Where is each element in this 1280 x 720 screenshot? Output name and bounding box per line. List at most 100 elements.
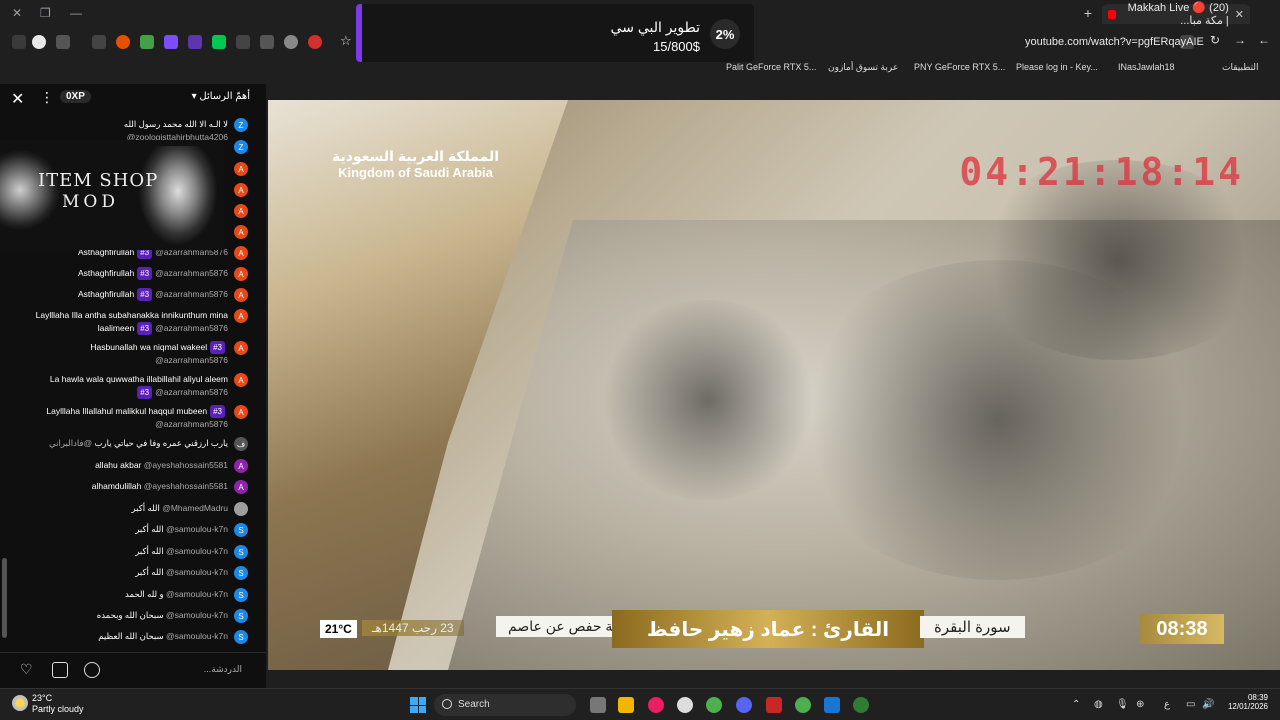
extension-icon[interactable] bbox=[164, 35, 178, 49]
extension-icon[interactable] bbox=[284, 35, 298, 49]
avatar[interactable]: A bbox=[234, 459, 248, 473]
back-icon[interactable]: ← bbox=[1258, 33, 1272, 47]
chat-message: الله أكبر @MhamedMadru bbox=[131, 502, 248, 516]
avatar[interactable]: A bbox=[234, 309, 248, 323]
avatar[interactable]: S bbox=[234, 609, 248, 623]
message-author[interactable]: @MhamedMadru bbox=[162, 503, 228, 513]
start-icon[interactable] bbox=[410, 697, 426, 713]
message-author[interactable]: @samoulou-k7n bbox=[166, 610, 228, 620]
extension-icon[interactable] bbox=[308, 35, 322, 49]
avatar[interactable]: A bbox=[234, 405, 248, 419]
bookmark-item[interactable]: Please log in - Key... bbox=[1016, 62, 1098, 72]
avatar[interactable]: S bbox=[234, 523, 248, 537]
chat-input[interactable]: الدردشة... bbox=[204, 664, 242, 675]
tray-icon[interactable]: ◍ bbox=[1094, 699, 1103, 710]
forward-icon[interactable]: → bbox=[1234, 33, 1248, 47]
volume-icon[interactable] bbox=[260, 35, 274, 49]
taskbar-search[interactable]: Search bbox=[434, 694, 576, 716]
taskbar-clock[interactable]: 08:39 12/01/2026 bbox=[1228, 693, 1268, 711]
avatar[interactable]: A bbox=[234, 204, 248, 218]
language-indicator[interactable]: ع bbox=[1164, 699, 1170, 710]
message-author[interactable]: @azarrahman5876 bbox=[155, 323, 228, 333]
message-author[interactable]: @azarrahman5876 bbox=[155, 268, 228, 278]
extension-icon[interactable] bbox=[92, 35, 106, 49]
task-view-icon[interactable] bbox=[590, 697, 606, 713]
message-author[interactable]: @samoulou-k7n bbox=[166, 524, 228, 534]
message-author[interactable]: @azarrahman5876 bbox=[155, 419, 228, 429]
bookmark-item[interactable]: PNY GeForce RTX 5... bbox=[914, 62, 1005, 72]
extension-icon[interactable] bbox=[116, 35, 130, 49]
close-chat-icon[interactable]: ✕ bbox=[11, 89, 24, 109]
message-author[interactable]: @azarrahman5876 bbox=[155, 289, 228, 299]
bookmark-item[interactable]: عربة تسوق أمازون bbox=[828, 62, 898, 73]
message-author[interactable]: @azarrahman5876 bbox=[155, 355, 228, 365]
emoji-icon[interactable] bbox=[84, 662, 100, 678]
avatar[interactable]: S bbox=[234, 566, 248, 580]
volume-icon[interactable]: 🔊 bbox=[1202, 699, 1214, 710]
new-tab-button[interactable]: + bbox=[1084, 5, 1092, 21]
avatar[interactable]: S bbox=[234, 545, 248, 559]
heart-icon[interactable]: ♡ bbox=[20, 661, 36, 677]
message-author[interactable]: @azarrahman5876 bbox=[155, 387, 228, 397]
extension-icon[interactable] bbox=[212, 35, 226, 49]
chat-scrollbar[interactable] bbox=[2, 558, 7, 638]
avatar[interactable]: Z bbox=[234, 118, 248, 132]
message-author[interactable]: @ayeshahossain5581 bbox=[144, 481, 228, 491]
app-icon[interactable] bbox=[824, 697, 840, 713]
app-icon[interactable] bbox=[766, 697, 782, 713]
avatar[interactable]: A bbox=[234, 373, 248, 387]
apps-bookmark[interactable]: التطبيقات bbox=[1222, 62, 1259, 73]
super-chat-icon[interactable] bbox=[52, 662, 68, 678]
address-bar[interactable]: youtube.com/watch?v=pgfERqayAIE bbox=[1025, 36, 1204, 48]
extension-icon[interactable] bbox=[188, 35, 202, 49]
avatar[interactable]: A bbox=[234, 288, 248, 302]
message-author[interactable]: @فادالبراني bbox=[49, 438, 92, 448]
extension-icon[interactable] bbox=[56, 35, 70, 49]
message-author[interactable]: @samoulou-k7n bbox=[166, 546, 228, 556]
network-icon[interactable]: ⊕ bbox=[1136, 699, 1144, 710]
browser-tab[interactable]: ✕ (20) 🔴 Makkah Live | مكة مبا... bbox=[1102, 2, 1250, 27]
avatar[interactable]: A bbox=[234, 162, 248, 176]
discord-icon[interactable] bbox=[736, 697, 752, 713]
chat-sort-dropdown[interactable]: أهمّ الرسائل ▾ bbox=[192, 91, 250, 102]
avatar[interactable]: A bbox=[234, 341, 248, 355]
minimize-icon[interactable]: — bbox=[70, 6, 82, 20]
avatar[interactable]: A bbox=[234, 246, 248, 260]
maximize-icon[interactable]: ❐ bbox=[40, 6, 51, 20]
monitor-icon[interactable]: ▭ bbox=[1186, 699, 1195, 710]
profile-icon[interactable] bbox=[32, 35, 46, 49]
message-author[interactable]: @samoulou-k7n bbox=[166, 631, 228, 641]
video-player[interactable]: المملكة العربية السعودية Kingdom of Saud… bbox=[268, 100, 1280, 670]
file-explorer-icon[interactable] bbox=[618, 697, 634, 713]
extension-icon[interactable] bbox=[140, 35, 154, 49]
menu-icon[interactable] bbox=[12, 35, 26, 49]
close-window-icon[interactable]: ✕ bbox=[12, 6, 22, 20]
extension-icon[interactable] bbox=[236, 35, 250, 49]
xp-badge[interactable]: 0XP bbox=[60, 90, 91, 103]
close-tab-icon[interactable]: ✕ bbox=[1235, 8, 1244, 21]
avatar[interactable]: S bbox=[234, 588, 248, 602]
message-author[interactable]: @samoulou-k7n bbox=[166, 567, 228, 577]
avatar[interactable]: A bbox=[234, 225, 248, 239]
bookmark-star-icon[interactable]: ☆ bbox=[340, 33, 354, 48]
mic-icon[interactable]: 🎙 bbox=[1116, 699, 1129, 710]
settings-icon[interactable] bbox=[677, 697, 693, 713]
message-author[interactable]: @samoulou-k7n bbox=[166, 589, 228, 599]
reload-icon[interactable]: ↻ bbox=[1210, 33, 1224, 47]
chrome-icon[interactable] bbox=[795, 697, 811, 713]
bookmark-item[interactable]: Palit GeForce RTX 5... bbox=[726, 62, 816, 72]
more-options-icon[interactable]: ⋮ bbox=[40, 89, 54, 106]
avatar[interactable] bbox=[234, 502, 248, 516]
avatar[interactable]: Z bbox=[234, 140, 248, 154]
avatar[interactable]: A bbox=[234, 480, 248, 494]
bookmark-item[interactable]: INasJawlah18 bbox=[1118, 62, 1175, 72]
avatar[interactable]: A bbox=[234, 267, 248, 281]
avatar[interactable]: S bbox=[234, 630, 248, 644]
message-author[interactable]: @ayeshahossain5581 bbox=[144, 460, 228, 470]
xbox-icon[interactable] bbox=[853, 697, 869, 713]
app-icon[interactable] bbox=[648, 697, 664, 713]
avatar[interactable]: A bbox=[234, 183, 248, 197]
chevron-up-icon[interactable]: ⌃ bbox=[1072, 699, 1080, 710]
avatar[interactable]: ف bbox=[234, 437, 248, 451]
chrome-icon[interactable] bbox=[706, 697, 722, 713]
